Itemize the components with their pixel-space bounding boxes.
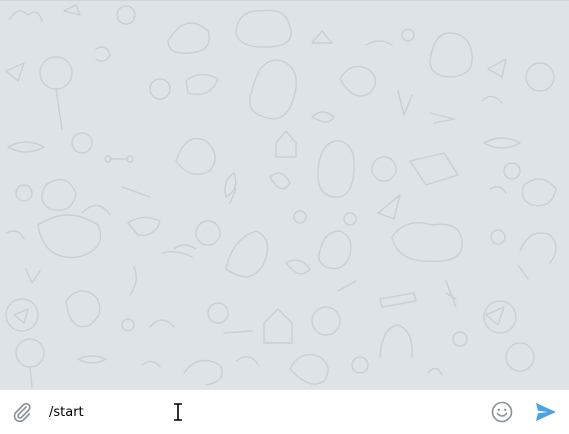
paperclip-icon — [13, 402, 31, 423]
send-button[interactable] — [524, 390, 568, 434]
telegram-chat-window — [0, 0, 569, 434]
message-composer — [0, 389, 569, 434]
smile-icon — [491, 401, 513, 423]
emoji-button[interactable] — [480, 390, 524, 434]
attach-button[interactable] — [0, 390, 44, 434]
chat-message-area — [0, 0, 569, 389]
send-arrow-icon — [536, 403, 556, 421]
doodle-pattern-background — [5, 4, 557, 388]
message-input[interactable] — [44, 390, 474, 434]
